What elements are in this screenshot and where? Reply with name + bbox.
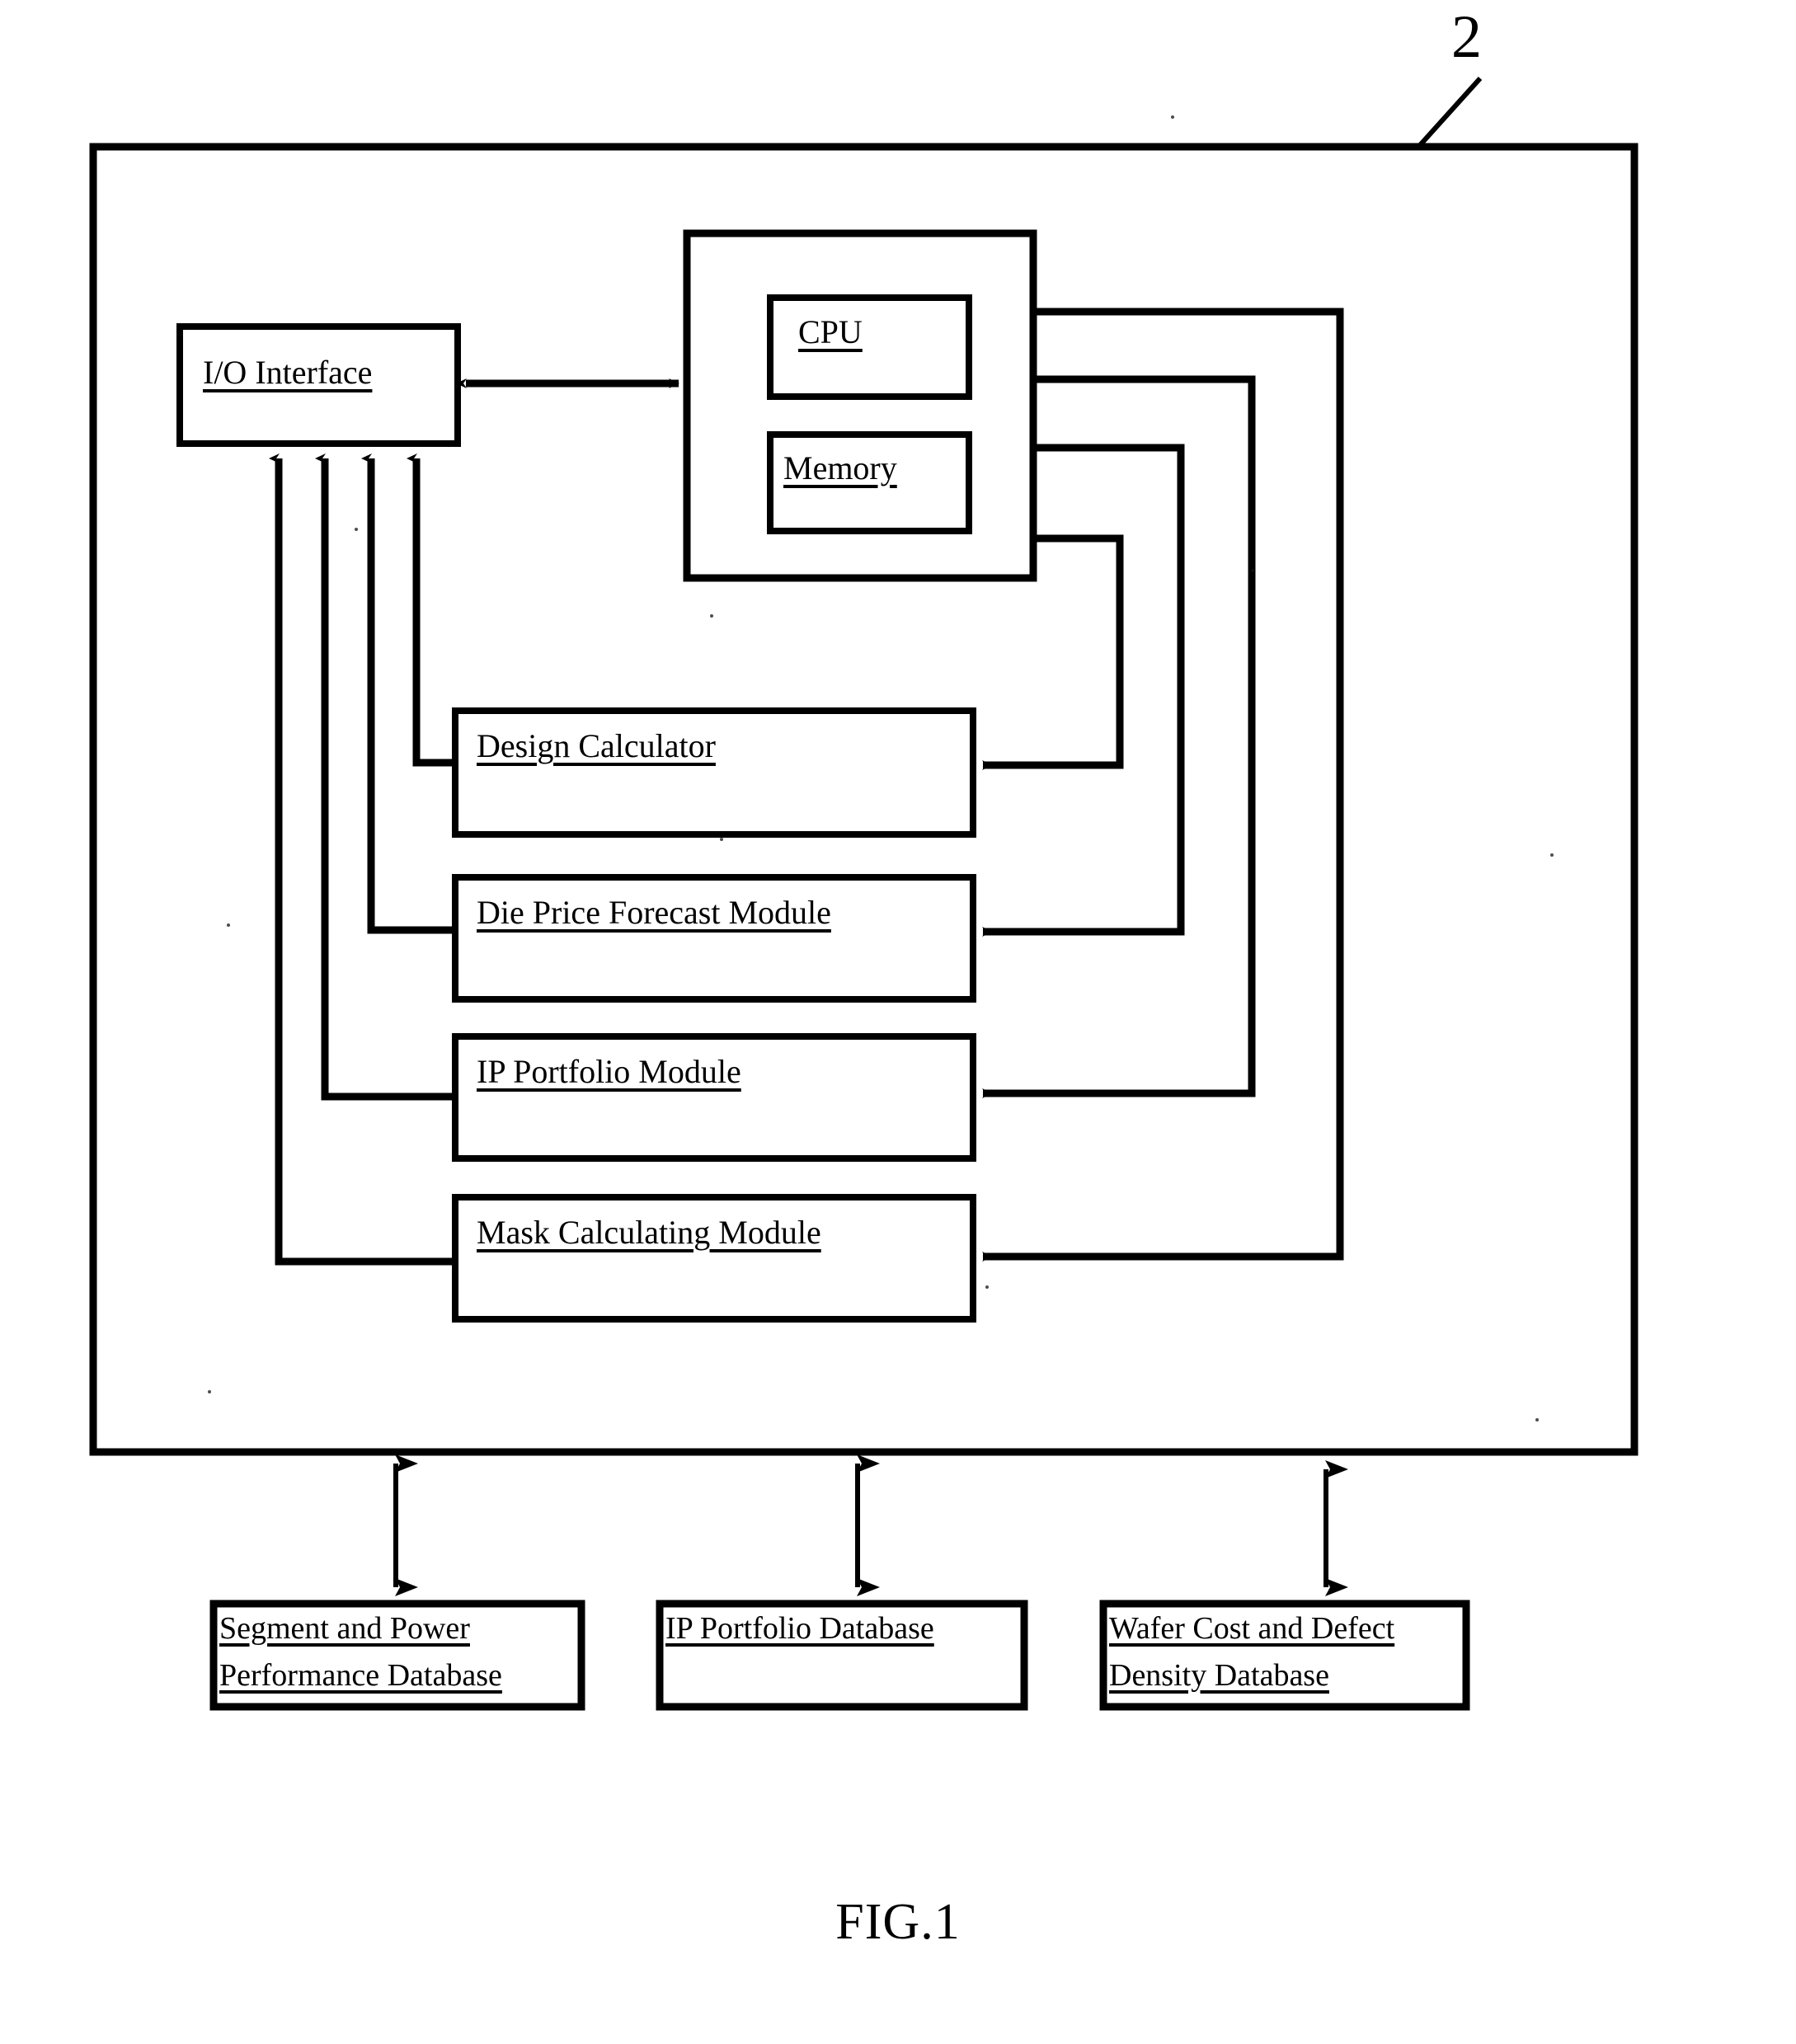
segment-power-database-label-line1: Segment and Power bbox=[219, 1611, 470, 1646]
wafer-cost-database-label-line2: Density Database bbox=[1109, 1658, 1329, 1693]
scan-speck bbox=[720, 838, 723, 841]
scan-speck bbox=[1171, 115, 1174, 119]
scan-speck bbox=[227, 923, 230, 927]
wafer-cost-database-label-line1: Wafer Cost and Defect bbox=[1109, 1611, 1395, 1646]
scan-speck bbox=[985, 1285, 989, 1289]
bus-design-calculator bbox=[407, 453, 455, 767]
ip-portfolio-database-label-line1: IP Portfolio Database bbox=[665, 1611, 934, 1646]
memory-label: Memory bbox=[783, 449, 897, 486]
frame-to-databases-links bbox=[393, 1454, 1348, 1596]
scan-speck bbox=[1251, 569, 1254, 572]
die-price-forecast-label: Die Price Forecast Module bbox=[477, 894, 831, 931]
block-diagram-canvas bbox=[89, 76, 1638, 1711]
scan-speck bbox=[1550, 853, 1554, 857]
scan-speck bbox=[710, 614, 713, 618]
bus-ip-portfolio bbox=[315, 453, 455, 1101]
scan-speck bbox=[355, 528, 358, 531]
ip-portfolio-label: IP Portfolio Module bbox=[477, 1053, 741, 1090]
scan-speck bbox=[1535, 1418, 1539, 1421]
reference-leader-line bbox=[1418, 76, 1483, 148]
figure-caption: FIG.1 bbox=[835, 1894, 961, 1950]
segment-power-database-label-line2: Performance Database bbox=[219, 1658, 502, 1693]
modules-to-io-bus bbox=[269, 453, 455, 1266]
cpu-label: CPU bbox=[798, 313, 863, 350]
patent-figure-page: 2 I/O Interface CPU Memory Design Calcul… bbox=[0, 0, 1796, 2044]
design-calculator-label: Design Calculator bbox=[477, 727, 716, 764]
io-interface-label: I/O Interface bbox=[203, 354, 373, 391]
mask-calculating-label: Mask Calculating Module bbox=[477, 1214, 821, 1251]
bus-mask-calculating bbox=[269, 453, 455, 1266]
scan-speck bbox=[208, 1390, 211, 1393]
reference-numeral-2: 2 bbox=[1451, 3, 1482, 71]
